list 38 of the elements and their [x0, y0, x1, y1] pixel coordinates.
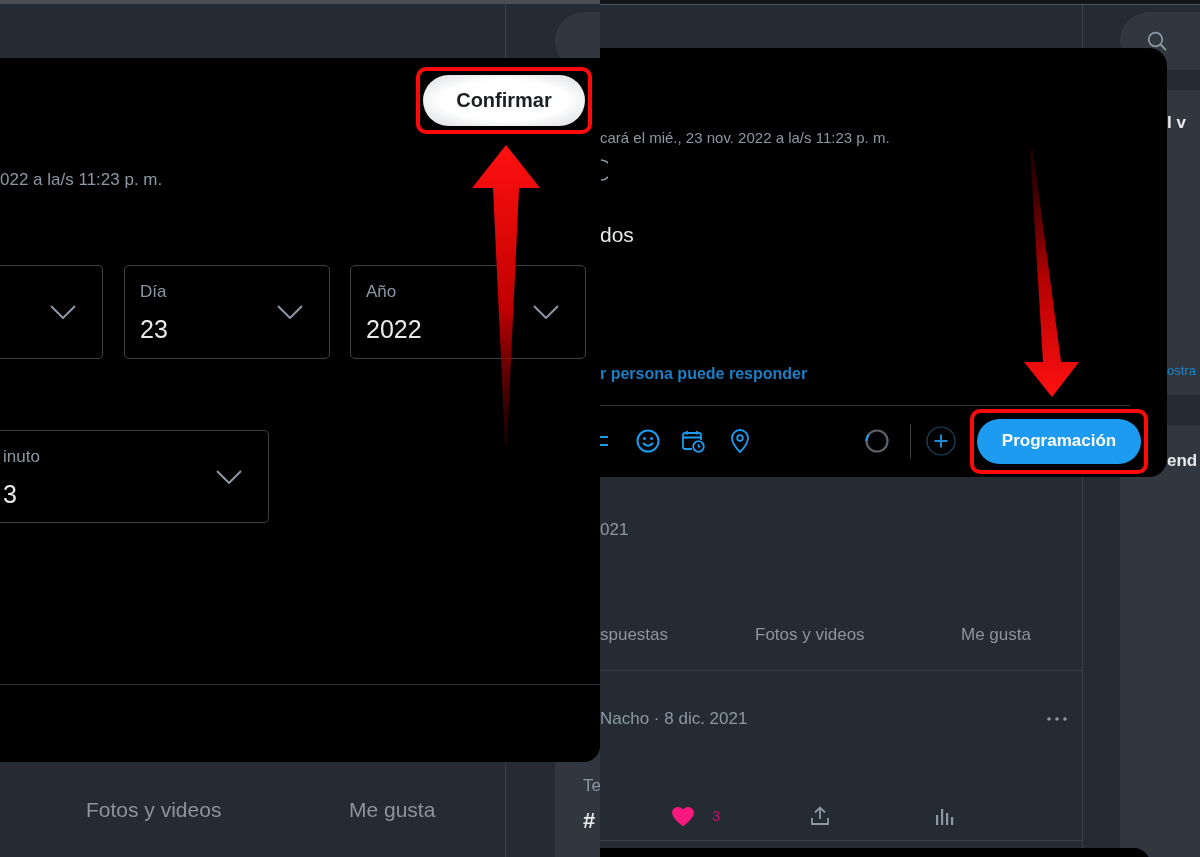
- analytics-icon[interactable]: [936, 807, 955, 825]
- profile-tab[interactable]: spuestas: [600, 625, 669, 645]
- profile-tab[interactable]: Me gusta: [349, 796, 436, 823]
- arc-icon: [600, 159, 608, 181]
- heart-icon[interactable]: [672, 806, 694, 826]
- dropdown-field[interactable]: [0, 265, 103, 359]
- share-icon[interactable]: [810, 806, 831, 826]
- chevron-down-icon: [277, 305, 303, 319]
- chevron-down-icon: [50, 305, 76, 319]
- search-icon: [1147, 31, 1167, 51]
- chevron-down-icon: [216, 469, 242, 484]
- dropdown-field[interactable]: Día 23: [124, 265, 330, 359]
- like-count: 3: [712, 807, 721, 825]
- sidebar-text: l v: [1167, 112, 1186, 134]
- profile-tab[interactable]: Fotos y videos: [755, 625, 865, 645]
- schedule-summary: 022 a la/s 11:23 p. m.: [0, 170, 163, 190]
- sidebar-text: end: [1167, 450, 1198, 472]
- add-icon[interactable]: [926, 426, 956, 456]
- sidebar-text: ostra: [1167, 362, 1196, 380]
- tweet-meta: Nacho · 8 dic. 2021: [600, 709, 748, 729]
- list-lines-icon[interactable]: [600, 435, 608, 447]
- profile-tab[interactable]: Fotos y videos: [86, 796, 222, 823]
- dropdown-field[interactable]: inuto 3: [0, 430, 269, 523]
- location-pin-icon[interactable]: [731, 429, 749, 453]
- dropdown-field[interactable]: Año 2022: [350, 265, 586, 359]
- more-icon[interactable]: [1047, 717, 1067, 721]
- date-text: 021: [600, 520, 629, 540]
- sidebar-text: #: [583, 809, 596, 833]
- reply-setting-link[interactable]: r persona puede responder: [600, 364, 808, 384]
- schedule-summary: cará el mié., 23 nov. 2022 a la/s 11:23 p. m.: [600, 129, 890, 147]
- calendar-clock-icon[interactable]: [681, 429, 705, 453]
- confirm-button[interactable]: Confirmar: [423, 75, 585, 126]
- profile-tab[interactable]: Me gusta: [961, 625, 1031, 645]
- schedule-button[interactable]: Programación: [977, 418, 1141, 464]
- sidebar-text: Te: [583, 776, 600, 796]
- chevron-down-icon: [533, 305, 559, 319]
- smiley-icon[interactable]: [636, 429, 660, 453]
- tweet-text: dos: [600, 222, 634, 248]
